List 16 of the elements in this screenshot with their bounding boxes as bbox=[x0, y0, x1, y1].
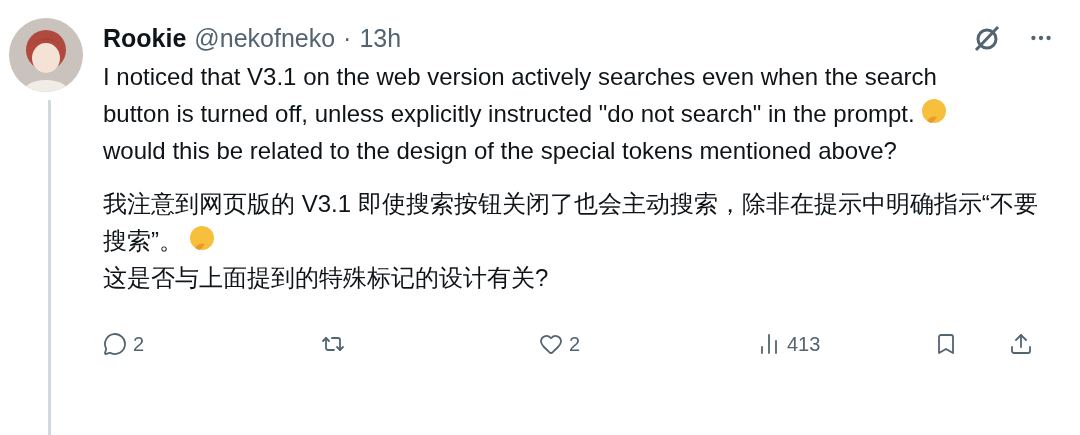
separator: · bbox=[343, 23, 352, 53]
reply-button[interactable]: 2 bbox=[103, 332, 145, 356]
post-text: I noticed that V3.1 on the web version actively searches even when the search button is turned off, unless explicitly instructed "do not search" in the prompt. bbox=[103, 58, 983, 132]
share-button[interactable] bbox=[1008, 332, 1033, 356]
author-handle[interactable]: @nekofneko bbox=[194, 23, 336, 53]
share-icon bbox=[1008, 332, 1033, 356]
post-text: would this be related to the design of the special tokens mentioned above? bbox=[103, 136, 898, 166]
speech-bubble-icon bbox=[103, 332, 127, 356]
post-text: 这是否与上面提到的特殊标记的设计有关? bbox=[103, 263, 550, 293]
post-time[interactable]: 13h bbox=[359, 23, 402, 53]
post-text: 我注意到网页版的 V3.1 即使搜索按钮关闭了也会主动搜索，除非在提示中明确指示“不要搜索”。 bbox=[103, 189, 1039, 256]
heart-icon bbox=[538, 332, 563, 356]
like-button[interactable]: 2 bbox=[538, 332, 581, 356]
author-name[interactable]: Rookie bbox=[103, 23, 187, 53]
slashed-circle-icon[interactable] bbox=[972, 23, 1002, 53]
views-button[interactable]: 413 bbox=[756, 332, 821, 356]
